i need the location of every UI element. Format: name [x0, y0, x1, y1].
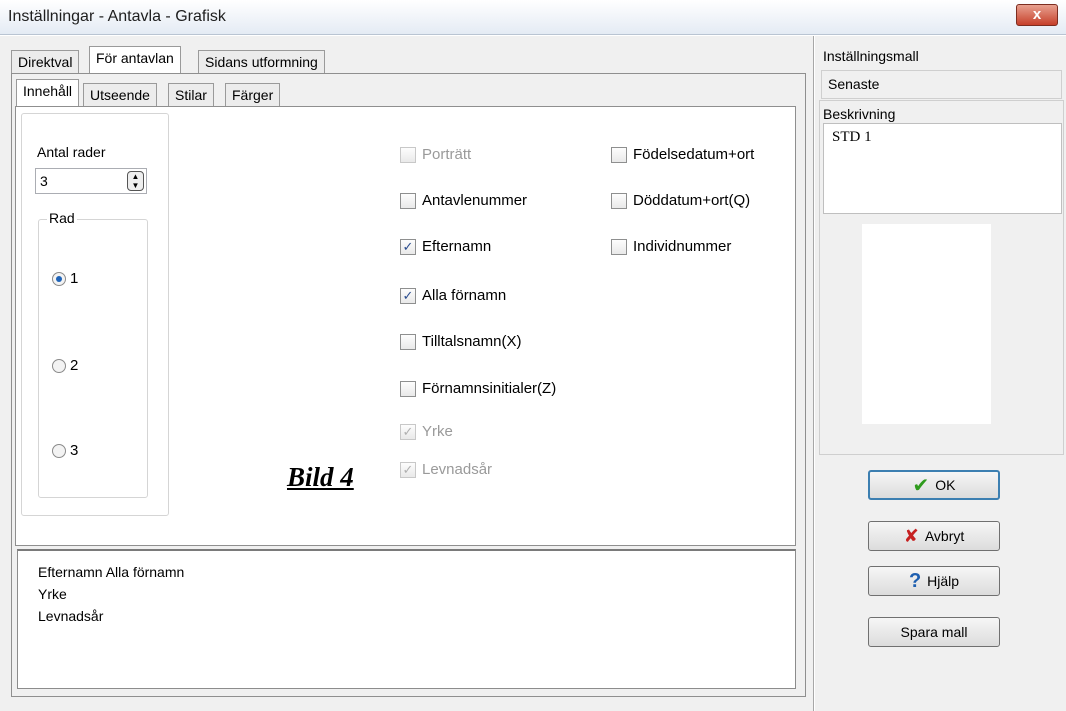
close-icon: x	[1032, 6, 1042, 23]
checkmark-icon: ✓	[400, 423, 416, 440]
check-tilltalsnamn[interactable]: Tilltalsnamn(X)	[400, 333, 521, 350]
checkbox-icon	[400, 146, 416, 163]
checkbox-icon	[611, 192, 627, 209]
template-label: Inställningsmall	[823, 48, 919, 64]
radio-icon	[52, 271, 66, 286]
checkbox-icon	[611, 146, 627, 163]
check-portratt[interactable]: Porträtt	[400, 146, 471, 163]
rad-legend: Rad	[47, 210, 77, 226]
checkbox-icon	[400, 333, 416, 350]
check-fodelsedatum-ort[interactable]: Födelsedatum+ort	[611, 146, 754, 163]
preview-line: Efternamn Alla förnamn	[38, 564, 185, 580]
cancel-button[interactable]: ✘ Avbryt	[868, 521, 1000, 551]
question-icon: ?	[908, 569, 922, 592]
rad-radio-1[interactable]: 1	[52, 270, 78, 287]
x-icon: ✘	[903, 525, 919, 546]
check-yrke[interactable]: ✓ Yrke	[400, 423, 453, 440]
title-bar: Inställningar - Antavla - Grafisk x	[0, 0, 1066, 35]
check-alla-fornamn[interactable]: ✓ Alla förnamn	[400, 287, 506, 304]
ok-button[interactable]: ✔ OK	[868, 470, 1000, 500]
tab-stilar[interactable]: Stilar	[168, 83, 214, 107]
template-preview-image	[862, 224, 991, 424]
check-levnadsar[interactable]: ✓ Levnadsår	[400, 461, 492, 478]
check-fornamnsinitialer[interactable]: Förnamnsinitialer(Z)	[400, 380, 556, 397]
tab-farger[interactable]: Färger	[225, 83, 281, 107]
tab-direktval[interactable]: Direktval	[11, 50, 80, 74]
description-value: STD 1	[832, 129, 872, 145]
tab-sidans-utformning[interactable]: Sidans utformning	[198, 50, 325, 74]
template-value: Senaste	[828, 76, 880, 92]
rad-radio-2[interactable]: 2	[52, 357, 78, 374]
checkmark-icon: ✓	[400, 461, 416, 478]
check-individnummer[interactable]: Individnummer	[611, 238, 731, 255]
preview-line: Yrke	[38, 586, 67, 602]
tab-utseende[interactable]: Utseende	[83, 83, 157, 107]
rad-radio-3[interactable]: 3	[52, 442, 78, 459]
antal-rader-label: Antal rader	[37, 144, 106, 160]
spin-updown-icon[interactable]: ▲ ▼	[127, 171, 144, 191]
check-efternamn[interactable]: ✓ Efternamn	[400, 238, 491, 255]
radio-icon	[52, 358, 66, 373]
annotation-label: Bild 4	[287, 462, 354, 492]
preview-box: Efternamn Alla förnamn Yrke Levnadsår	[17, 549, 796, 689]
window-title: Inställningar - Antavla - Grafisk	[8, 8, 226, 25]
checkmark-icon: ✔	[912, 474, 930, 497]
description-field[interactable]: STD 1	[823, 123, 1062, 214]
check-antavlenummer[interactable]: Antavlenummer	[400, 192, 527, 209]
close-button[interactable]: x	[1016, 4, 1058, 26]
checkbox-icon	[611, 238, 627, 255]
antal-rader-value: 3	[40, 173, 48, 189]
description-label: Beskrivning	[823, 106, 896, 122]
save-template-button[interactable]: Spara mall	[868, 617, 1000, 647]
help-button[interactable]: ? Hjälp	[868, 566, 1000, 596]
vertical-divider	[813, 36, 815, 711]
tab-innehall[interactable]: Innehåll	[16, 79, 80, 106]
check-doddatum-ort[interactable]: Döddatum+ort(Q)	[611, 192, 750, 209]
radio-icon	[52, 443, 66, 458]
checkbox-icon	[400, 380, 416, 397]
preview-line: Levnadsår	[38, 608, 104, 624]
checkmark-icon: ✓	[400, 238, 416, 255]
checkmark-icon: ✓	[400, 287, 416, 304]
tab-for-antavlan[interactable]: För antavlan	[89, 46, 181, 73]
antal-rader-stepper[interactable]: 3 ▲ ▼	[35, 168, 147, 194]
template-select[interactable]: Senaste	[821, 70, 1062, 99]
checkbox-icon	[400, 192, 416, 209]
